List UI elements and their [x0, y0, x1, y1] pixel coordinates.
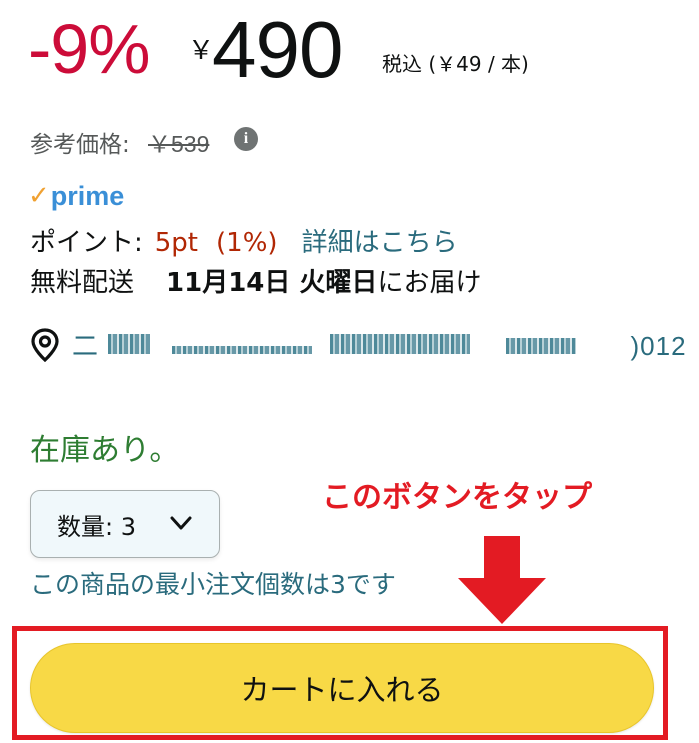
points-percent: (1%)	[216, 228, 278, 258]
discount-percentage: -9%	[28, 10, 150, 88]
prime-badge: ✓ prime	[28, 180, 124, 212]
reference-price-label: 参考価格:	[30, 132, 130, 158]
redaction-block	[506, 338, 576, 354]
currency-symbol: ￥	[188, 35, 215, 65]
stock-status: 在庫あり。	[30, 433, 180, 468]
points-label: ポイント:	[30, 228, 143, 258]
delivery-suffix: にお届け	[377, 268, 482, 298]
chevron-down-icon	[169, 511, 193, 535]
redaction-block	[172, 346, 312, 354]
annotation-tap-this-button: このボタンをタップ	[322, 480, 592, 515]
delivery-location[interactable]: 二 )012	[30, 326, 687, 363]
quantity-dropdown[interactable]: 数量: 3	[30, 490, 220, 558]
redaction-block	[108, 334, 150, 354]
arrow-down-icon	[452, 536, 552, 626]
location-address-end: )012	[630, 331, 687, 361]
prime-check-icon: ✓	[28, 181, 50, 211]
delivery-date: 11月14日 火曜日	[166, 268, 378, 298]
points-value: 5pt	[154, 228, 199, 258]
add-to-cart-label: カートに入れる	[240, 673, 444, 707]
minimum-order-notice: この商品の最小注文個数は3です	[30, 570, 396, 599]
tax-info: 税込 (￥49 / 本)	[382, 52, 529, 76]
quantity-label: 数量: 3	[57, 512, 136, 541]
price-amount: 490	[212, 5, 343, 94]
reference-price: ￥539	[148, 131, 210, 157]
location-address-start: 二	[72, 331, 100, 361]
info-icon[interactable]: i	[234, 127, 258, 151]
free-shipping-label: 無料配送	[30, 268, 135, 298]
points-details-link[interactable]: 詳細はこちら	[302, 222, 458, 259]
add-to-cart-button[interactable]: カートに入れる	[30, 643, 654, 733]
shipping-row: 無料配送 11月14日 火曜日 にお届け	[30, 262, 481, 299]
redaction-block	[330, 334, 470, 354]
points-row: ポイント: 5pt (1%) 詳細はこちら	[30, 222, 458, 259]
location-pin-icon	[30, 327, 60, 362]
location-address[interactable]: 二 )012	[72, 326, 687, 363]
prime-label: prime	[50, 180, 125, 211]
